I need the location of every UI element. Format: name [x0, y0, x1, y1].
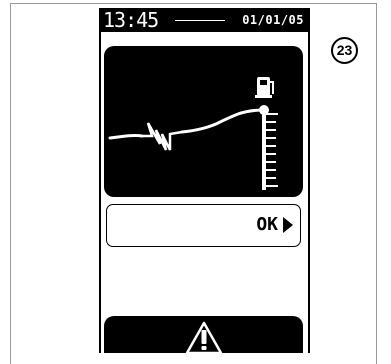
step-number-badge: 23 — [331, 37, 358, 64]
vertical-scale-icon — [262, 108, 278, 190]
warning-triangle-icon — [185, 321, 223, 353]
fuel-pump-icon — [255, 77, 274, 98]
right-arrow-icon — [283, 217, 293, 233]
ok-button[interactable]: OK — [106, 204, 301, 247]
filled-dot-icon — [259, 105, 269, 115]
warning-panel — [104, 316, 303, 353]
graph-curve — [108, 108, 266, 140]
graph-illustration — [108, 77, 278, 190]
lightning-break-icon — [142, 122, 183, 151]
status-date: 01/01/05 — [242, 13, 304, 27]
status-bar: 13:45 01/01/05 — [101, 8, 308, 32]
graph-panel — [104, 46, 303, 197]
status-time: 13:45 — [103, 8, 159, 32]
device-screen: 13:45 01/01/05 OK — [99, 8, 310, 353]
status-separator — [175, 20, 225, 21]
ok-label: OK — [256, 214, 278, 235]
